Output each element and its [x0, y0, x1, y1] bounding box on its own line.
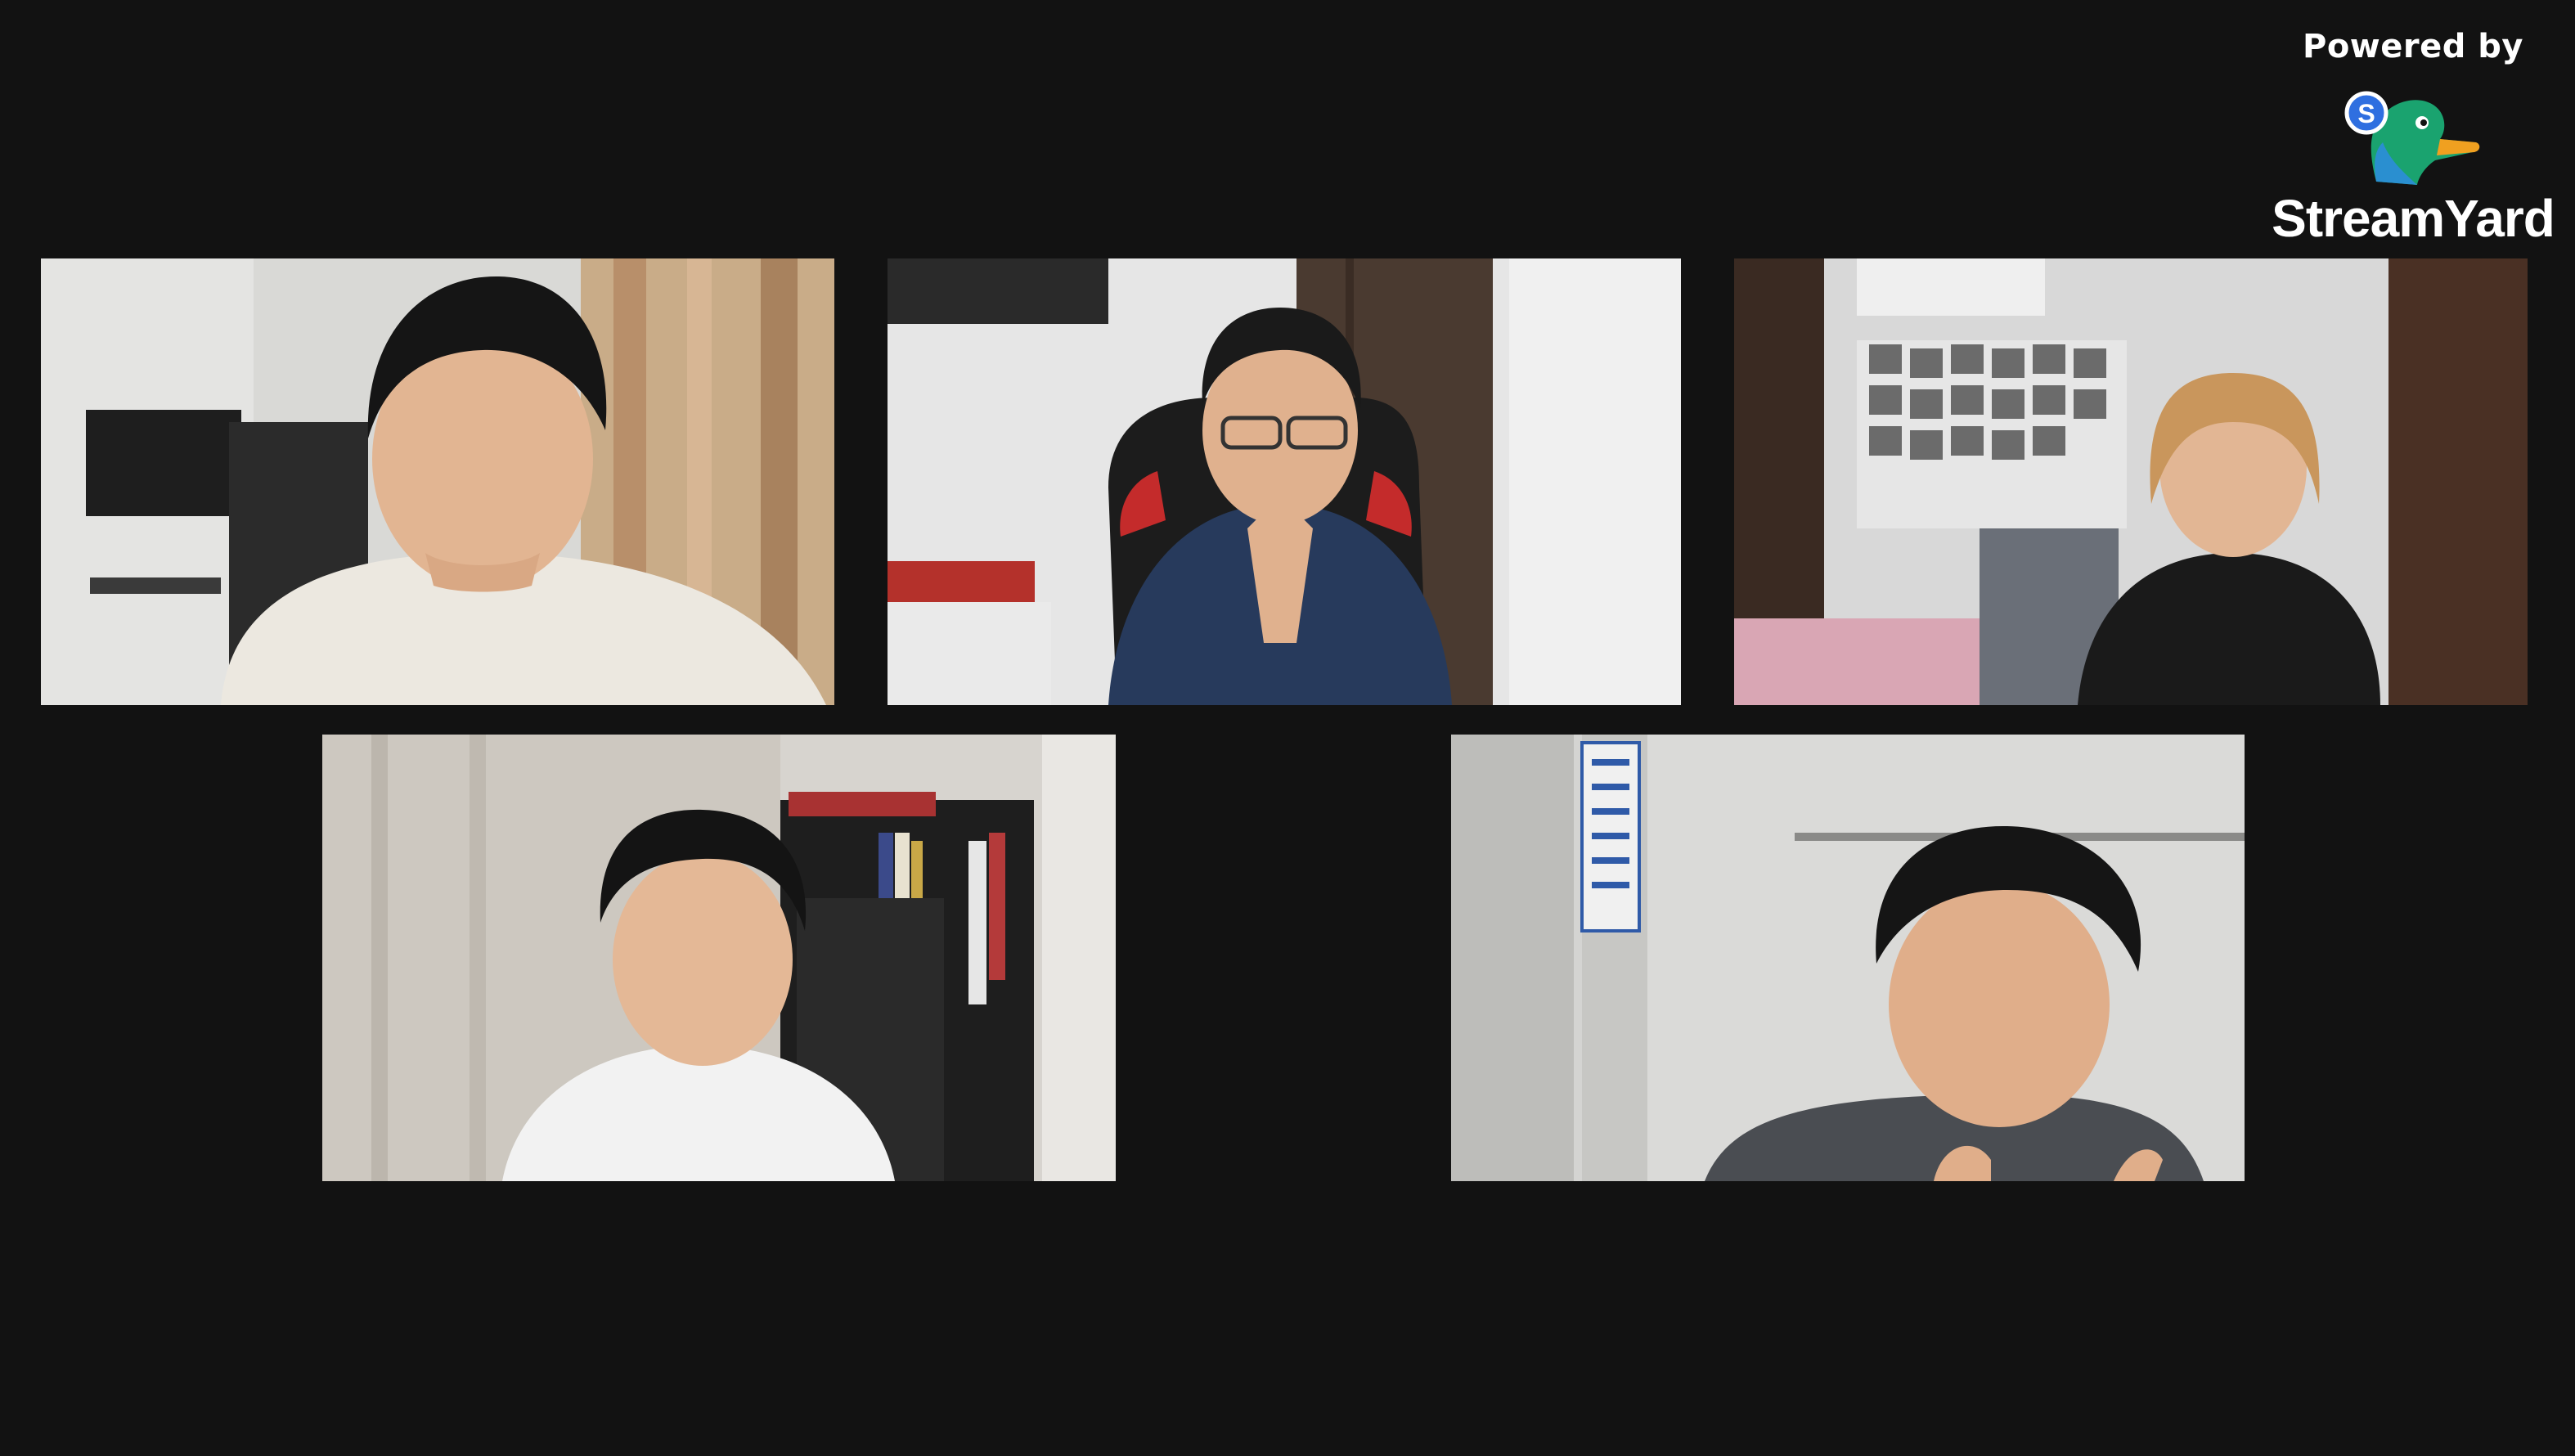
logo-badge-letter: S	[2357, 99, 2375, 128]
powered-by-label: Powered by	[2303, 28, 2523, 65]
participant-video-1[interactable]	[41, 258, 834, 705]
streamyard-branding: Powered by S StreamYard	[2266, 28, 2560, 257]
participant-video-5[interactable]	[1451, 735, 2245, 1181]
broadcast-stage: Powered by S StreamYard	[0, 0, 2575, 1456]
brand-name: StreamYard	[2272, 189, 2555, 248]
participant-4-scene	[322, 735, 1116, 1181]
participant-video-3[interactable]	[1734, 258, 2528, 705]
participant-2-scene	[888, 258, 1681, 705]
participant-video-2[interactable]	[888, 258, 1681, 705]
participant-1-scene	[41, 258, 834, 705]
participant-5-scene	[1451, 735, 2245, 1181]
participant-video-4[interactable]	[322, 735, 1116, 1181]
participant-3-scene	[1734, 258, 2528, 705]
streamyard-duck-logo-icon: S	[2344, 91, 2480, 185]
